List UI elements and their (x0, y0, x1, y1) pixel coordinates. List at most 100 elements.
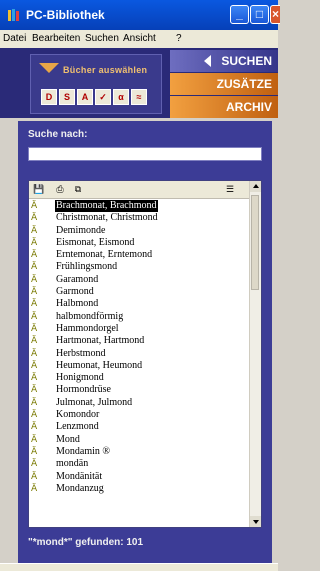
close-button[interactable]: × (270, 5, 280, 24)
search-input[interactable] (28, 147, 262, 161)
entry-icon: Ä (31, 336, 38, 347)
entry-icon: Ä (31, 397, 38, 408)
entry-icon: Ä (31, 483, 38, 494)
print-icon[interactable]: ⎙ (55, 184, 65, 194)
entry-icon: Ä (31, 262, 38, 273)
nav-suchen-label: SUCHEN (221, 54, 272, 68)
book-icon-2[interactable]: S (59, 89, 75, 105)
list-item-label: Herbstmond (56, 347, 106, 359)
results-status: "*mond*" gefunden: 101 (28, 537, 144, 548)
scroll-thumb[interactable] (251, 195, 259, 290)
scroll-down-button[interactable] (250, 516, 261, 527)
list-toolbar: 💾 ⎙ ⧉ ☰ (29, 181, 251, 199)
list-item-label: Garmond (56, 286, 94, 298)
entry-icon: Ä (31, 213, 38, 224)
book-icon-1[interactable]: D (41, 89, 57, 105)
list-item[interactable]: Ä Lenzmond (29, 421, 251, 433)
list-item[interactable]: Ä Mondanzug (29, 483, 251, 495)
list-item[interactable]: Ä Hammondorgel (29, 323, 251, 335)
entry-icon: Ä (31, 459, 38, 470)
list-item-label: Demimonde (56, 224, 106, 236)
list-item-label: mondän (56, 458, 89, 470)
list-item-label: Komondor (56, 409, 100, 421)
copy-icon[interactable]: ⧉ (73, 184, 83, 194)
book-icon-4[interactable]: ✓ (95, 89, 111, 105)
nav-suchen-button[interactable]: SUCHEN (170, 50, 278, 72)
dropdown-arrow-icon[interactable] (39, 63, 59, 73)
list-item[interactable]: Ä Honigmond (29, 372, 251, 384)
entry-icon: Ä (31, 274, 38, 285)
list-item[interactable]: Ä Halbmond (29, 298, 251, 310)
scrollbar[interactable] (249, 181, 261, 527)
entry-icon: Ä (31, 311, 38, 322)
list-item-label: Julmonat, Julmond (56, 396, 133, 408)
app-icon (8, 9, 19, 21)
list-item[interactable]: Ä Mondänität (29, 471, 251, 483)
list-item[interactable]: Ä Garamond (29, 274, 251, 286)
menu-bar: Datei Bearbeiten Suchen Ansicht ? (0, 30, 278, 49)
menu-help[interactable]: ? (176, 33, 182, 44)
window-title: PC-Bibliothek (26, 8, 105, 22)
list-item[interactable]: Ä Komondor (29, 409, 251, 421)
minimize-button[interactable]: _ (230, 5, 249, 24)
list-item-label: Eismonat, Eismond (56, 236, 135, 248)
list-item[interactable]: Ä Mond (29, 434, 251, 446)
list-item[interactable]: Ä Garmond (29, 286, 251, 298)
list-item-label: Hormondrüse (56, 384, 111, 396)
entry-icon: Ä (31, 201, 38, 211)
list-item[interactable]: Ä Brachmonat, Brachmond (29, 200, 251, 213)
nav-archiv-label: ARCHIV (225, 100, 272, 114)
menu-datei[interactable]: Datei (3, 33, 26, 44)
list-item-label: Halbmond (56, 298, 99, 310)
scroll-up-button[interactable] (250, 181, 261, 192)
list-item[interactable]: Ä Demimonde (29, 225, 251, 237)
book-icon-3[interactable]: A (77, 89, 93, 105)
search-label: Suche nach: (28, 129, 88, 140)
entry-icon: Ä (31, 225, 38, 236)
book-icon-5[interactable]: α (113, 89, 129, 105)
menu-suchen[interactable]: Suchen (85, 33, 119, 44)
entry-icon: Ä (31, 299, 38, 310)
list-item[interactable]: Ä Eismonat, Eismond (29, 237, 251, 249)
maximize-button[interactable]: □ (250, 5, 269, 24)
list-view-icon[interactable]: ☰ (225, 184, 235, 194)
entry-icon: Ä (31, 471, 38, 482)
nav-archiv-button[interactable]: ARCHIV (170, 96, 278, 118)
list-item-label: Frühlingsmond (56, 261, 118, 273)
results-items: Ä Brachmonat, Brachmond Ä Christmonat, Chri… (29, 200, 251, 495)
list-item-label: Hartmonat, Hartmond (56, 335, 145, 347)
list-item-label: Brachmonat, Brachmond (55, 200, 158, 213)
entry-icon: Ä (31, 323, 38, 334)
list-item[interactable]: Ä Erntemonat, Erntemond (29, 249, 251, 261)
list-item[interactable]: Ä Herbstmond (29, 348, 251, 360)
list-item[interactable]: Ä Hartmonat, Hartmond (29, 335, 251, 347)
list-item[interactable]: Ämondän (29, 458, 251, 470)
save-icon[interactable]: 💾 (33, 184, 44, 194)
arrow-left-icon (204, 55, 211, 67)
entry-icon: Ä (31, 250, 38, 261)
entry-icon: Ä (31, 446, 38, 457)
nav-zusaetze-button[interactable]: ZUSÄTZE (170, 73, 278, 95)
entry-icon: Ä (31, 434, 38, 445)
entry-icon: Ä (31, 422, 38, 433)
list-item[interactable]: Ä Julmonat, Julmond (29, 397, 251, 409)
entry-icon: Ä (31, 348, 38, 359)
book-icon-6[interactable]: ≈ (131, 89, 147, 105)
entry-icon: Ä (31, 373, 38, 384)
list-item[interactable]: Ä Heumonat, Heumond (29, 360, 251, 372)
list-item-label: Lenzmond (56, 421, 99, 433)
list-item[interactable]: Ä Hormondrüse (29, 384, 251, 396)
book-selector[interactable]: Bücher auswählen D S A ✓ α ≈ (30, 54, 162, 114)
list-item[interactable]: Ä Frühlingsmond (29, 261, 251, 273)
list-item-label: Honigmond (56, 372, 104, 384)
entry-icon: Ä (31, 287, 38, 298)
book-selector-label: Bücher auswählen (63, 65, 148, 75)
list-item-label: Mond (56, 433, 80, 445)
menu-bearbeiten[interactable]: Bearbeiten (32, 33, 80, 44)
list-item-label: Mondamin ® (56, 445, 110, 457)
list-item[interactable]: Ä Christmonat, Christmond (29, 212, 251, 224)
entry-icon: Ä (31, 237, 38, 248)
list-item[interactable]: Ä Mondamin ® (29, 446, 251, 458)
menu-ansicht[interactable]: Ansicht (123, 33, 156, 44)
list-item[interactable]: Ähalbmondförmig (29, 311, 251, 323)
